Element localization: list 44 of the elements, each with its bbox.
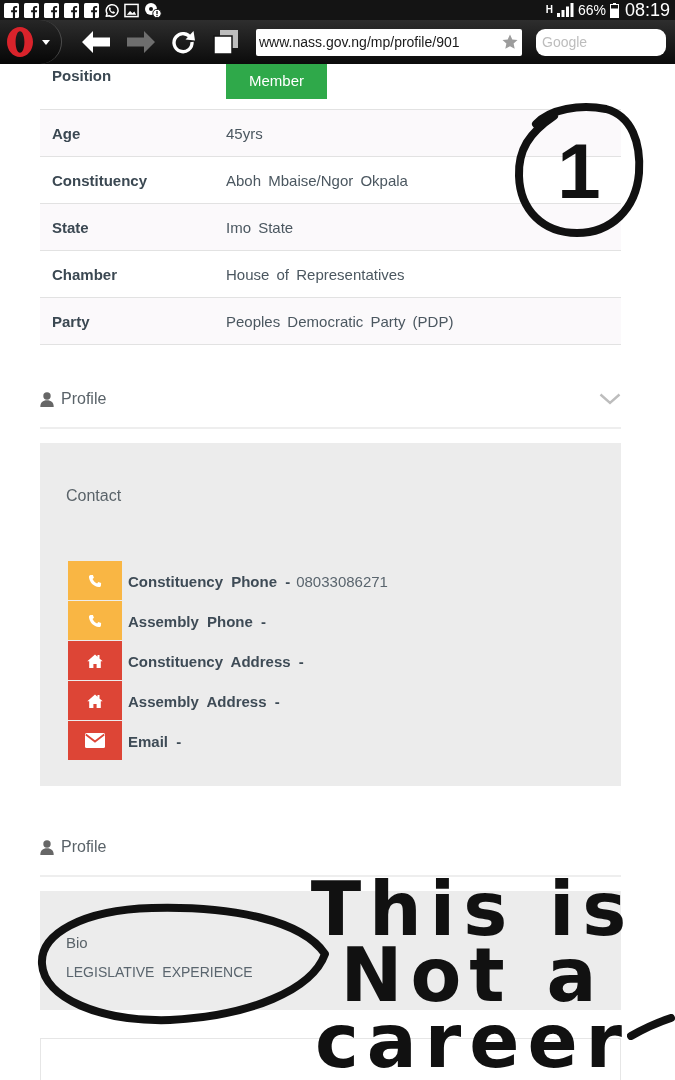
picture-icon <box>124 2 139 18</box>
row-label: Position <box>52 67 112 84</box>
row-value: 45yrs <box>226 124 263 142</box>
star-icon[interactable] <box>502 34 518 50</box>
row-label: Chamber <box>52 265 118 283</box>
person-icon <box>40 391 54 407</box>
chat-bubble-icon <box>104 2 119 18</box>
contact-label: Assembly Phone - <box>128 612 267 630</box>
address-field[interactable]: www.nass.gov.ng/mp/profile/901 <box>256 28 522 56</box>
row-value: Peoples Democratic Party (PDP) <box>226 312 454 330</box>
section-title[interactable]: Profile <box>61 838 107 856</box>
contact-value: 08033086271 <box>296 572 388 590</box>
back-arrow-icon[interactable] <box>82 31 110 53</box>
pen-stroke <box>627 1014 675 1040</box>
position-badge: Member <box>226 64 327 99</box>
signal-icon <box>556 3 574 17</box>
row-value: Aboh Mbaise/Ngor Okpala <box>226 171 408 189</box>
panel-heading: Contact <box>66 487 122 505</box>
caret-icon <box>42 39 50 45</box>
row-label: Age <box>52 124 81 142</box>
circled-number: 1 <box>512 100 646 238</box>
contact-label: Email - <box>128 732 182 750</box>
contact-label: Constituency Address - <box>128 652 304 670</box>
clock: 08:19 <box>624 0 670 20</box>
section-title[interactable]: Profile <box>61 390 107 408</box>
ring-logo-icon <box>7 27 33 57</box>
battery-icon <box>609 2 619 18</box>
contact-label: Constituency Phone - <box>128 572 291 590</box>
panel-heading: Bio <box>66 935 88 951</box>
browser-menu-button[interactable] <box>0 20 62 64</box>
person-icon <box>40 839 54 855</box>
reload-icon[interactable] <box>170 29 196 55</box>
battery-percent: 66% <box>577 2 606 18</box>
search-field[interactable]: Google <box>536 28 666 56</box>
row-label: State <box>52 218 89 236</box>
network-type: H <box>545 4 553 16</box>
tabs-icon[interactable] <box>213 29 239 55</box>
row-value: House of Representatives <box>226 265 405 283</box>
handwritten-note: This is Not a career <box>309 876 636 1074</box>
row-value: Imo State <box>226 218 294 236</box>
contact-label: Assembly Address - <box>128 692 280 710</box>
row-label: Party <box>52 312 90 330</box>
bio-text: LEGISLATIVE EXPERIENCE <box>66 964 253 980</box>
row-label: Constituency <box>52 171 147 189</box>
